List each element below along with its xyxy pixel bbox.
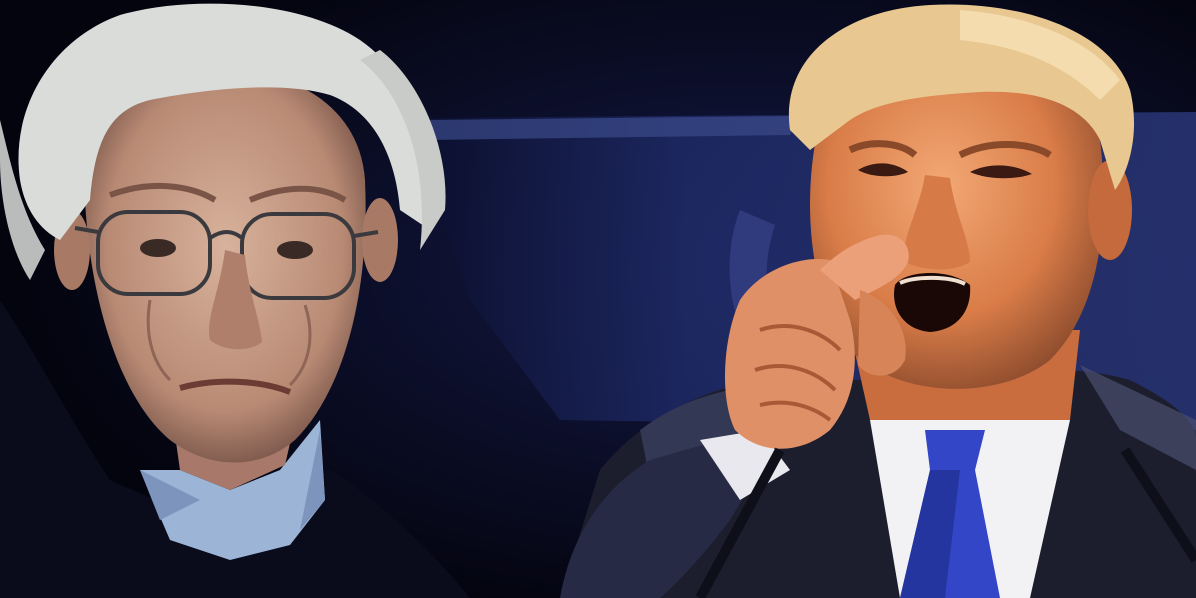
left-ear-right <box>362 198 398 282</box>
composite-photo <box>0 0 1196 598</box>
right-ear <box>1088 160 1132 260</box>
photo-canvas <box>0 0 1196 598</box>
